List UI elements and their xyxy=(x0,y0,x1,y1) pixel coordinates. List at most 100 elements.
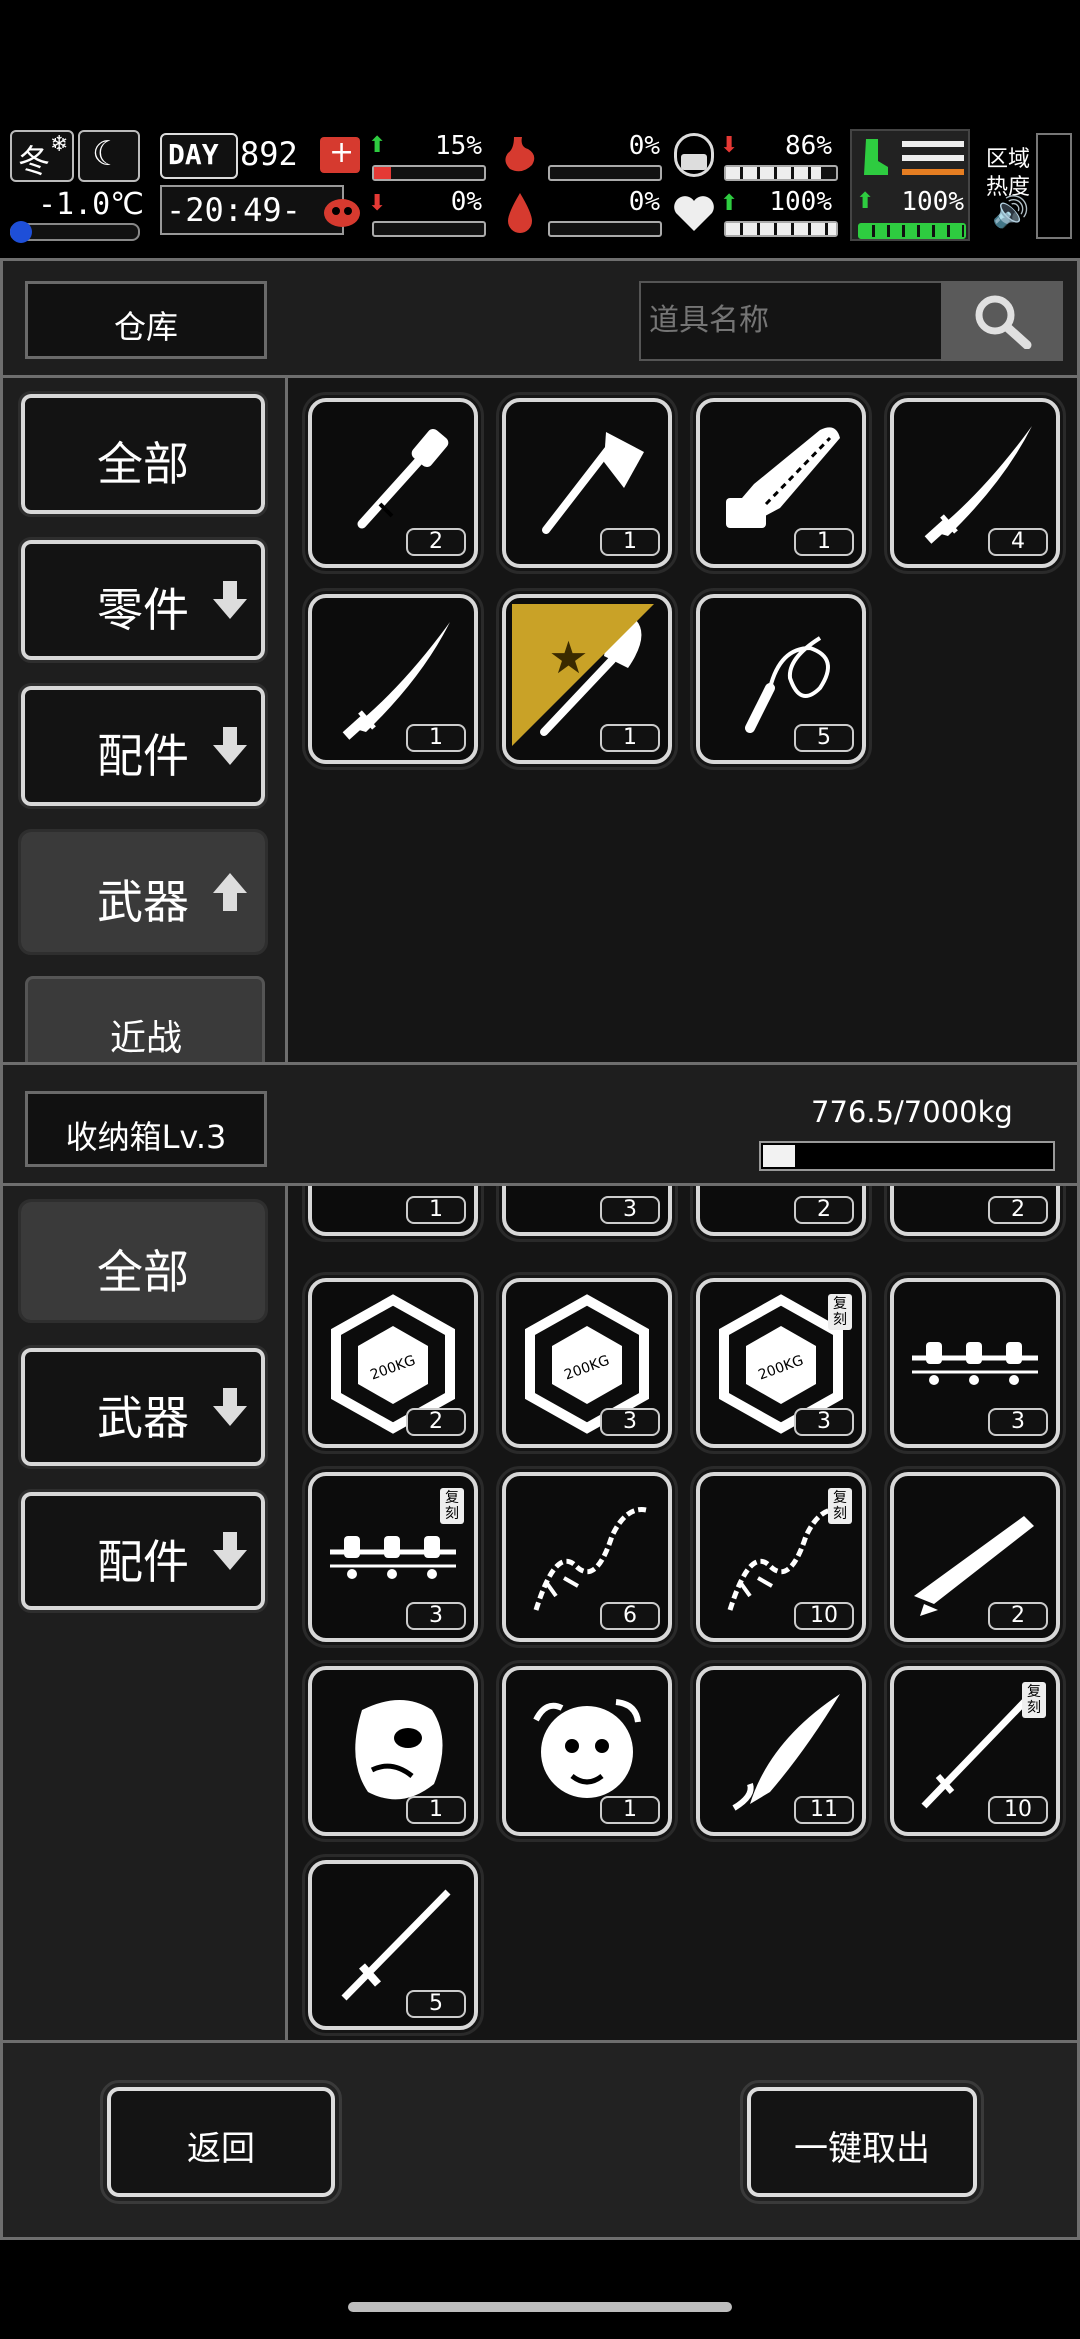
take-all-button[interactable]: 一键取出 xyxy=(740,2080,984,2204)
warehouse-item[interactable]: 5 xyxy=(690,588,872,770)
item-count: 3 xyxy=(794,1408,854,1436)
storage-category-all[interactable]: 全部 xyxy=(18,1199,268,1323)
warehouse-item[interactable]: 2 xyxy=(302,392,484,574)
back-button[interactable]: 返回 xyxy=(100,2080,342,2204)
storage-category-weapons[interactable]: 武器 xyxy=(18,1345,268,1469)
hygiene-icon xyxy=(674,133,714,177)
storage-item[interactable]: 3 xyxy=(884,1272,1066,1454)
item-count: 1 xyxy=(600,1796,660,1824)
item-count: 2 xyxy=(406,1408,466,1436)
warehouse-subcategory-melee[interactable]: 近战 xyxy=(25,976,265,1062)
heart-bar xyxy=(724,221,838,237)
warehouse-header: 仓库 xyxy=(0,258,1080,378)
copy-badge: 复刻 xyxy=(1022,1682,1046,1718)
boot-icon xyxy=(860,137,890,177)
storage-grid: 1 3 2 2 200KG 2 200KG 3 200KG 复刻 3 3 复刻 3 6 复刻 10 2 1 1 11 复刻… xyxy=(288,1186,1080,2040)
season-badge: 冬 ❄ xyxy=(10,130,74,182)
home-indicator[interactable] xyxy=(348,2302,732,2312)
temperature-bar xyxy=(10,221,140,243)
water-bar xyxy=(548,221,662,237)
warehouse-item[interactable]: 4 xyxy=(884,392,1066,574)
arrow-up-icon: ⬆ xyxy=(856,189,875,214)
storage-item[interactable]: 200KG 2 xyxy=(302,1272,484,1454)
item-count: 2 xyxy=(794,1196,854,1224)
stamina-pct: 100% xyxy=(901,187,964,217)
item-count: 5 xyxy=(794,724,854,752)
storage-item[interactable]: 复刻 3 xyxy=(302,1466,484,1648)
snow-icon: ❄ xyxy=(50,132,69,157)
capacity-fill xyxy=(763,1145,796,1167)
virus-bar xyxy=(372,221,486,237)
time: -20:49- xyxy=(166,191,301,229)
item-count: 1 xyxy=(600,528,660,556)
item-count: 10 xyxy=(794,1602,854,1630)
heart-pct: 100% xyxy=(769,187,832,217)
warehouse-item[interactable]: 1 xyxy=(496,392,678,574)
medkit-icon: + xyxy=(320,135,360,173)
hygiene-pct: 86% xyxy=(785,131,832,161)
virus-pct: 0% xyxy=(450,187,482,217)
storage-item[interactable]: 200KG 3 xyxy=(496,1272,678,1454)
storage-item[interactable]: 200KG 复刻 3 xyxy=(690,1272,872,1454)
storage-item[interactable]: 6 xyxy=(496,1466,678,1648)
favorite-star-badge: ★ xyxy=(506,598,654,746)
item-count: 3 xyxy=(600,1196,660,1224)
search-button[interactable] xyxy=(941,281,1063,361)
arrow-down-icon: ⬇ xyxy=(368,191,387,216)
storage-item-partial[interactable]: 3 xyxy=(496,1186,678,1242)
item-count: 1 xyxy=(794,528,854,556)
clock: -20:49- xyxy=(160,185,344,235)
item-count: 2 xyxy=(988,1602,1048,1630)
arrow-down-icon xyxy=(213,1388,247,1426)
arrow-up-icon: ⬆ xyxy=(720,191,739,216)
item-count: 5 xyxy=(406,1990,466,2018)
stomach-bar xyxy=(548,165,662,181)
search-box[interactable] xyxy=(639,281,1063,361)
warehouse-item[interactable]: 1 ★ xyxy=(496,588,678,770)
water-drop-icon xyxy=(502,191,538,235)
stomach-icon xyxy=(500,135,540,175)
water-pct: 0% xyxy=(628,187,660,217)
storage-item[interactable]: 复刻 10 xyxy=(884,1660,1066,1842)
arrow-down-icon: ⬇ xyxy=(720,133,739,158)
health-bar xyxy=(372,165,486,181)
item-count: 3 xyxy=(406,1602,466,1630)
day-number: 892 xyxy=(240,135,298,173)
item-count: 6 xyxy=(600,1602,660,1630)
storage-item-partial[interactable]: 2 xyxy=(884,1186,1066,1242)
footer-bar: 返回 一键取出 xyxy=(0,2040,1080,2240)
storage-category-accessories[interactable]: 配件 xyxy=(18,1489,268,1613)
warehouse-category-accessories[interactable]: 配件 xyxy=(18,683,268,809)
svg-text:★: ★ xyxy=(549,632,589,684)
warehouse-category-all[interactable]: 全部 xyxy=(18,391,268,517)
storage-title: 收纳箱Lv.3 xyxy=(25,1091,267,1167)
arrow-down-icon xyxy=(213,1532,247,1570)
arrow-up-icon xyxy=(213,873,247,911)
storage-item[interactable]: 1 xyxy=(302,1660,484,1842)
warehouse-item[interactable]: 1 xyxy=(690,392,872,574)
moon-icon: ☾ xyxy=(78,130,140,182)
storage-item-partial[interactable]: 2 xyxy=(690,1186,872,1242)
search-input[interactable] xyxy=(647,291,941,349)
storage-item[interactable]: 2 xyxy=(884,1466,1066,1648)
warehouse-item[interactable]: 1 xyxy=(302,588,484,770)
storage-item[interactable]: 复刻 10 xyxy=(690,1466,872,1648)
speaker-icon[interactable]: 🔊 xyxy=(992,195,1029,230)
storage-sidebar: 全部 武器 配件 xyxy=(0,1186,288,2040)
thermo-icon xyxy=(10,221,32,243)
item-count: 3 xyxy=(988,1408,1048,1436)
day-label: DAY xyxy=(168,138,219,171)
storage-item[interactable]: 11 xyxy=(690,1660,872,1842)
storage-item[interactable]: 1 xyxy=(496,1660,678,1842)
storage-item[interactable]: 5 xyxy=(302,1854,484,2036)
item-count: 4 xyxy=(988,528,1048,556)
storage-item-partial[interactable]: 1 xyxy=(302,1186,484,1242)
heat-meter xyxy=(1036,133,1072,239)
copy-badge: 复刻 xyxy=(440,1488,464,1524)
copy-badge: 复刻 xyxy=(828,1294,852,1330)
stamina-bar xyxy=(858,223,966,239)
warehouse-category-parts[interactable]: 零件 xyxy=(18,537,268,663)
warehouse-category-weapons[interactable]: 武器 xyxy=(18,829,268,955)
copy-badge: 复刻 xyxy=(828,1488,852,1524)
item-count: 11 xyxy=(794,1796,854,1824)
